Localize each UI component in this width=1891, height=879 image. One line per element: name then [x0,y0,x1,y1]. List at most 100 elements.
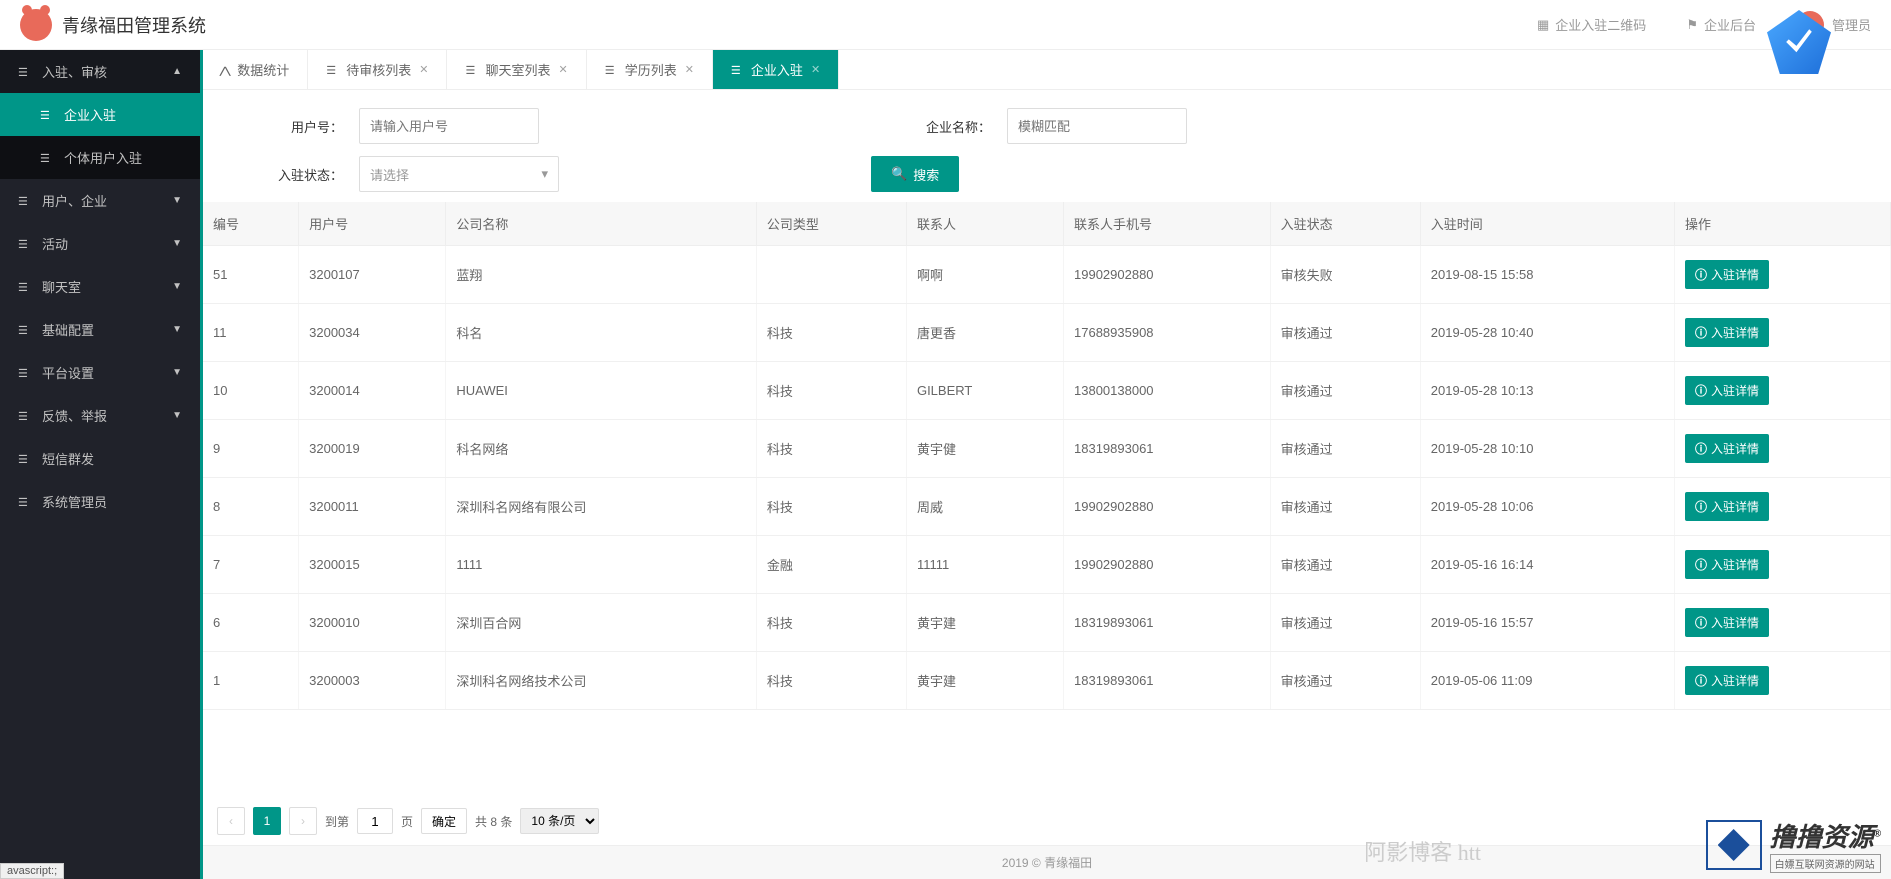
user-input[interactable] [359,108,539,144]
table-row: 13200003深圳科名网络技术公司科技黄宇建18319893061审核通过20… [203,652,1891,710]
cell-user: 3200034 [299,304,446,362]
cell-action: 入驻详情 [1675,362,1891,420]
detail-button[interactable]: 入驻详情 [1685,318,1769,347]
close-icon[interactable]: ✕ [685,63,694,76]
cell-status: 审核通过 [1270,536,1420,594]
cell-action: 入驻详情 [1675,594,1891,652]
cell-status: 审核失败 [1270,246,1420,304]
sidebar-item-company-entry[interactable]: 企业入驻 [0,93,200,136]
cell-user: 3200003 [299,652,446,710]
cell-user: 3200107 [299,246,446,304]
status-select[interactable]: 请选择 ▾ [359,156,559,192]
cell-type: 科技 [756,594,906,652]
cell-type: 科技 [756,362,906,420]
tab-stats[interactable]: 数据统计 [203,50,308,89]
detail-button[interactable]: 入驻详情 [1685,260,1769,289]
sidebar-item-users[interactable]: 用户、企业▼ [0,179,200,222]
cell-company: 深圳科名网络有限公司 [446,478,756,536]
col-time: 入驻时间 [1420,202,1674,246]
search-button[interactable]: 🔍 搜索 [871,156,959,192]
header-user[interactable]: 管理员 [1796,11,1871,39]
sidebar-item-personal-entry[interactable]: 个体用户入驻 [0,136,200,179]
cell-id: 10 [203,362,299,420]
list-icon [18,64,30,79]
cell-contact: GILBERT [906,362,1063,420]
cell-phone: 18319893061 [1064,594,1271,652]
company-input[interactable] [1007,108,1187,144]
detail-button[interactable]: 入驻详情 [1685,666,1769,695]
cell-type: 科技 [756,478,906,536]
sidebar-item-audit[interactable]: 入驻、审核 ▲ [0,50,200,93]
cell-contact: 黄宇建 [906,652,1063,710]
close-icon[interactable]: ✕ [558,63,567,76]
cell-status: 审核通过 [1270,478,1420,536]
sidebar-item-chatroom[interactable]: 聊天室▼ [0,265,200,308]
pulse-icon [221,62,229,77]
list-icon [18,193,30,208]
detail-button[interactable]: 入驻详情 [1685,434,1769,463]
chevron-down-icon: ▾ [541,166,548,182]
page-1[interactable]: 1 [253,807,281,835]
page-input[interactable] [357,808,393,834]
sidebar-item-activity[interactable]: 活动▼ [0,222,200,265]
detail-button[interactable]: 入驻详情 [1685,492,1769,521]
list-icon [465,62,477,77]
search-form: 用户号： 企业名称： 入驻状态： 请选择 ▾ [203,90,1891,202]
cell-action: 入驻详情 [1675,246,1891,304]
header: 青缘福田管理系统 ▦ 企业入驻二维码 ⚑ 企业后台 管理员 [0,0,1891,50]
list-icon [18,408,30,423]
cell-type: 科技 [756,420,906,478]
tab-education[interactable]: 学历列表✕ [587,50,713,89]
sidebar-item-feedback[interactable]: 反馈、举报▼ [0,394,200,437]
cell-phone: 19902902880 [1064,536,1271,594]
footer: 2019 © 青缘福田 [203,845,1891,879]
chevron-down-icon: ▼ [172,324,182,335]
cell-id: 7 [203,536,299,594]
close-icon[interactable]: ✕ [419,63,428,76]
cell-id: 6 [203,594,299,652]
header-qrcode-link[interactable]: ▦ 企业入驻二维码 [1537,15,1646,34]
search-icon: 🔍 [891,166,907,182]
list-icon [40,150,52,165]
page-next[interactable]: › [289,807,317,835]
cell-company: 科名网络 [446,420,756,478]
sidebar-item-platform[interactable]: 平台设置▼ [0,351,200,394]
cell-user: 3200010 [299,594,446,652]
tab-pending[interactable]: 待审核列表✕ [308,50,447,89]
sidebar: 入驻、审核 ▲ 企业入驻 个体用户入驻 用户、企业▼ 活动▼ 聊天室▼ 基础配置… [0,50,200,879]
detail-button[interactable]: 入驻详情 [1685,550,1769,579]
cell-action: 入驻详情 [1675,420,1891,478]
cell-contact: 啊啊 [906,246,1063,304]
goto-label: 到第 [325,813,349,830]
list-icon [18,494,30,509]
tab-chatroom[interactable]: 聊天室列表✕ [447,50,586,89]
table-row: 83200011深圳科名网络有限公司科技周威19902902880审核通过201… [203,478,1891,536]
cell-company: 深圳百合网 [446,594,756,652]
detail-button[interactable]: 入驻详情 [1685,608,1769,637]
sidebar-item-sms[interactable]: 短信群发 [0,437,200,480]
sidebar-item-basic-config[interactable]: 基础配置▼ [0,308,200,351]
cell-time: 2019-08-15 15:58 [1420,246,1674,304]
detail-button[interactable]: 入驻详情 [1685,376,1769,405]
cell-action: 入驻详情 [1675,304,1891,362]
cell-status: 审核通过 [1270,652,1420,710]
cell-company: 蓝翔 [446,246,756,304]
cell-user: 3200011 [299,478,446,536]
chevron-down-icon: ▼ [172,410,182,421]
sidebar-item-sysadmin[interactable]: 系统管理员 [0,480,200,523]
cell-time: 2019-05-28 10:40 [1420,304,1674,362]
col-user: 用户号 [299,202,446,246]
cell-phone: 19902902880 [1064,478,1271,536]
cell-contact: 唐更香 [906,304,1063,362]
cell-action: 入驻详情 [1675,536,1891,594]
table-row: 103200014HUAWEI科技GILBERT13800138000审核通过2… [203,362,1891,420]
tab-company-entry[interactable]: 企业入驻✕ [713,50,839,89]
list-icon [18,365,30,380]
page-size-select[interactable]: 10 条/页 [520,808,599,834]
page-confirm-button[interactable]: 确定 [421,808,467,834]
header-backend-link[interactable]: ⚑ 企业后台 [1686,15,1756,34]
flag-icon: ⚑ [1686,17,1698,33]
page-prev[interactable]: ‹ [217,807,245,835]
close-icon[interactable]: ✕ [811,63,820,76]
col-company: 公司名称 [446,202,756,246]
